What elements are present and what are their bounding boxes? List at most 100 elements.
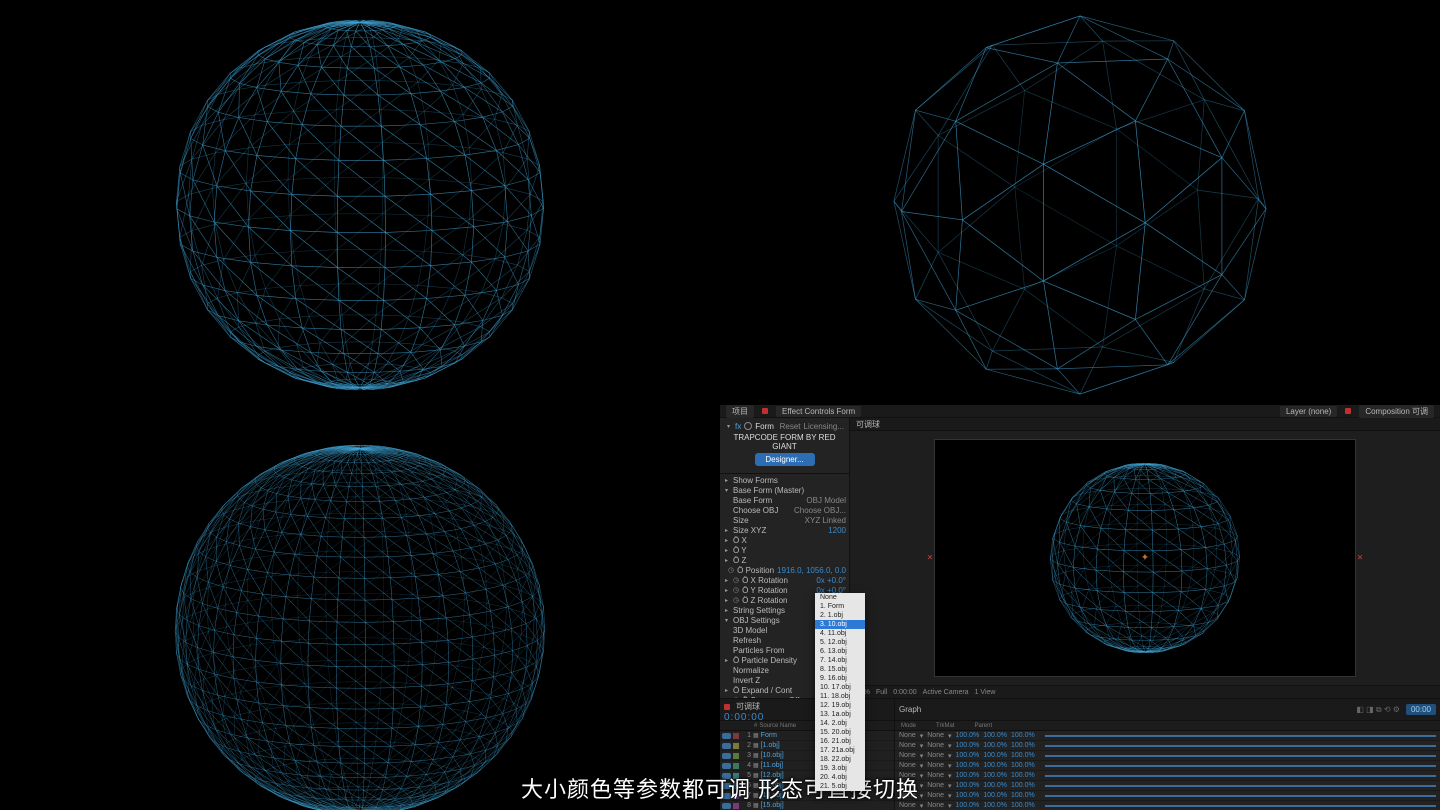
- dropdown-item[interactable]: 19. 3.obj: [815, 764, 865, 773]
- dropdown-item[interactable]: 20. 4.obj: [815, 773, 865, 782]
- layer-row[interactable]: 6 ▦ [13.obj]: [720, 781, 894, 791]
- dropdown-item[interactable]: 11. 18.obj: [815, 692, 865, 701]
- stopwatch-icon[interactable]: ◷: [733, 596, 739, 604]
- effect-name-row[interactable]: ▾ fx Form Reset Licensing...: [725, 421, 844, 431]
- project-tab[interactable]: 项目: [726, 405, 754, 418]
- viewer-footer-item[interactable]: Active Camera: [923, 689, 969, 696]
- stopwatch-icon[interactable]: ◷: [728, 566, 734, 574]
- prop-row[interactable]: ▸◷Ö X Rotation0x +0.0°: [723, 575, 846, 585]
- dropdown-item[interactable]: 5. 12.obj: [815, 638, 865, 647]
- timeline-row[interactable]: None▾ None▾ 100.0%100.0% 100.0%: [895, 751, 1440, 761]
- dropdown-item[interactable]: 17. 21a.obj: [815, 746, 865, 755]
- layer-row[interactable]: 7 ▦ [14.obj]: [720, 791, 894, 801]
- prop-row[interactable]: SizeXYZ Linked: [723, 515, 846, 525]
- timeline-row[interactable]: None▾ None▾ 100.0%100.0% 100.0%: [895, 801, 1440, 810]
- timeline-search[interactable]: 00:00: [1406, 704, 1436, 715]
- timeline-row[interactable]: None▾ None▾ 100.0%100.0% 100.0%: [895, 761, 1440, 771]
- composition-tab[interactable]: Composition 可调: [1359, 405, 1434, 418]
- dropdown-item[interactable]: 12. 19.obj: [815, 701, 865, 710]
- dropdown-item[interactable]: 15. 20.obj: [815, 728, 865, 737]
- visibility-icon[interactable]: [722, 753, 731, 759]
- timeline-comp-tab[interactable]: 可调球: [736, 701, 760, 712]
- fx-toggle-icon[interactable]: [744, 422, 752, 430]
- viewer-footer-item[interactable]: 0:00:00: [893, 689, 916, 696]
- label-color[interactable]: [733, 763, 739, 769]
- dropdown-item[interactable]: None: [815, 593, 865, 602]
- prop-row[interactable]: ▸Show Forms: [723, 475, 846, 485]
- layer-bar[interactable]: [1045, 765, 1436, 767]
- prop-row[interactable]: ▸Ö X: [723, 535, 846, 545]
- label-color[interactable]: [733, 783, 739, 789]
- visibility-icon[interactable]: [722, 733, 731, 739]
- timeline-row[interactable]: None▾ None▾ 100.0%100.0% 100.0%: [895, 741, 1440, 751]
- switch-columns: ModeTrkMatParent: [895, 721, 1440, 731]
- timeline-row[interactable]: None▾ None▾ 100.0%100.0% 100.0%: [895, 791, 1440, 801]
- comp-icon: [724, 704, 730, 710]
- handle-left-icon[interactable]: ×: [927, 553, 933, 564]
- dropdown-item[interactable]: 3. 10.obj: [815, 620, 865, 629]
- dropdown-item[interactable]: 2. 1.obj: [815, 611, 865, 620]
- handle-right-icon[interactable]: ×: [1357, 553, 1363, 564]
- layer-row[interactable]: 5 ▦ [12.obj]: [720, 771, 894, 781]
- layer-row[interactable]: 8 ▦ [15.obj]: [720, 801, 894, 810]
- dropdown-item[interactable]: 7. 14.obj: [815, 656, 865, 665]
- prop-row[interactable]: Choose OBJChoose OBJ...: [723, 505, 846, 515]
- dropdown-item[interactable]: 10. 17.obj: [815, 683, 865, 692]
- prop-row[interactable]: Base FormOBJ Model: [723, 495, 846, 505]
- prop-row[interactable]: ▸Size XYZ1200: [723, 525, 846, 535]
- dropdown-item[interactable]: 21. 5.obj: [815, 782, 865, 791]
- label-color[interactable]: [733, 743, 739, 749]
- layer-row[interactable]: 4 ▦ [11.obj]: [720, 761, 894, 771]
- dropdown-item[interactable]: 13. 1a.obj: [815, 710, 865, 719]
- label-color[interactable]: [733, 803, 739, 809]
- dropdown-item[interactable]: 6. 13.obj: [815, 647, 865, 656]
- layer-row[interactable]: 3 ▦ [10.obj]: [720, 751, 894, 761]
- prop-row[interactable]: ▸Ö Z: [723, 555, 846, 565]
- layer-tab[interactable]: Layer (none): [1280, 406, 1337, 417]
- layer-bar[interactable]: [1045, 755, 1436, 757]
- timeline-row[interactable]: None▾ None▾ 100.0%100.0% 100.0%: [895, 771, 1440, 781]
- visibility-icon[interactable]: [722, 803, 731, 809]
- dropdown-item[interactable]: 8. 15.obj: [815, 665, 865, 674]
- dropdown-item[interactable]: 9. 16.obj: [815, 674, 865, 683]
- layer-row[interactable]: 2 ▦ [1.obj]: [720, 741, 894, 751]
- visibility-icon[interactable]: [722, 773, 731, 779]
- effect-controls-tab[interactable]: Effect Controls Form: [776, 406, 861, 417]
- dropdown-item[interactable]: 18. 22.obj: [815, 755, 865, 764]
- layer-bar[interactable]: [1045, 795, 1436, 797]
- layer-bar[interactable]: [1045, 775, 1436, 777]
- label-color[interactable]: [733, 773, 739, 779]
- dropdown-item[interactable]: 1. Form: [815, 602, 865, 611]
- layer-bar[interactable]: [1045, 785, 1436, 787]
- comp-subtab[interactable]: 可调球: [856, 419, 880, 430]
- visibility-icon[interactable]: [722, 743, 731, 749]
- layer-bar[interactable]: [1045, 745, 1436, 747]
- label-color[interactable]: [733, 733, 739, 739]
- prop-row[interactable]: ◷Ö Position1916.0, 1056.0, 0.0: [723, 565, 846, 575]
- timeline-row[interactable]: None▾ None▾ 100.0%100.0% 100.0%: [895, 781, 1440, 791]
- viewer-footer-item[interactable]: 1 View: [975, 689, 996, 696]
- timeline-row[interactable]: None▾ None▾ 100.0%100.0% 100.0%: [895, 731, 1440, 741]
- layer-bar[interactable]: [1045, 805, 1436, 807]
- visibility-icon[interactable]: [722, 793, 731, 799]
- dropdown-item[interactable]: 4. 11.obj: [815, 629, 865, 638]
- label-color[interactable]: [733, 793, 739, 799]
- prop-row[interactable]: ▾Base Form (Master): [723, 485, 846, 495]
- visibility-icon[interactable]: [722, 763, 731, 769]
- anchor-icon[interactable]: ✦: [1141, 553, 1149, 564]
- visibility-icon[interactable]: [722, 783, 731, 789]
- designer-button[interactable]: Designer...: [755, 453, 815, 466]
- composition-viewer[interactable]: × × ✦: [850, 431, 1440, 685]
- viewer-footer: 25%Full0:00:00Active Camera1 View: [850, 685, 1440, 698]
- dropdown-item[interactable]: 14. 2.obj: [815, 719, 865, 728]
- stopwatch-icon[interactable]: ◷: [733, 586, 739, 594]
- label-color[interactable]: [733, 753, 739, 759]
- obj-model-dropdown[interactable]: None1. Form2. 1.obj3. 10.obj4. 11.obj5. …: [815, 593, 865, 791]
- layer-bar[interactable]: [1045, 735, 1436, 737]
- prop-row[interactable]: ▸Ö Y: [723, 545, 846, 555]
- viewer-footer-item[interactable]: Full: [876, 689, 887, 696]
- stopwatch-icon[interactable]: ◷: [733, 576, 739, 584]
- layer-row[interactable]: 1 ▦ Form: [720, 731, 894, 741]
- graph-tab[interactable]: Graph: [899, 705, 921, 714]
- dropdown-item[interactable]: 16. 21.obj: [815, 737, 865, 746]
